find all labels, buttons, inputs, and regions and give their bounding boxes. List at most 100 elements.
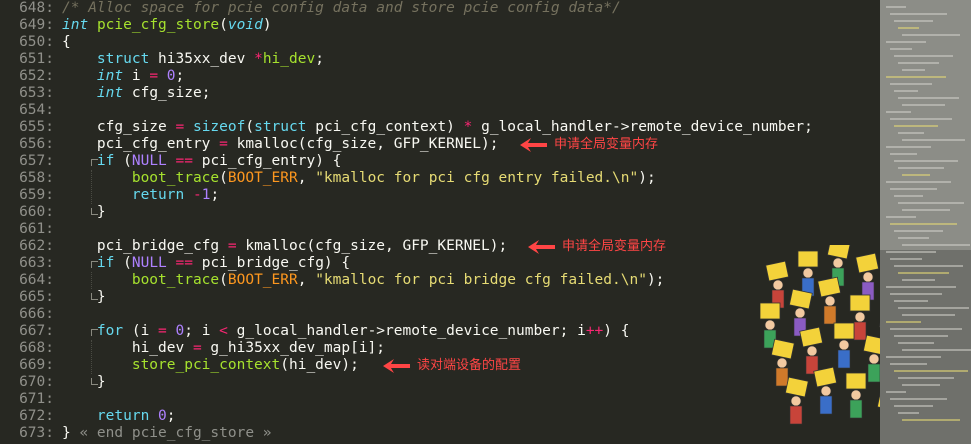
code-token: ( <box>114 153 132 169</box>
code-line[interactable]: 665: } <box>0 289 106 306</box>
fold-start-marker[interactable] <box>90 261 98 268</box>
code-token: NULL <box>131 255 167 271</box>
code-token: « end pcie_cfg_store » <box>79 425 272 441</box>
minimap-line <box>890 223 957 225</box>
code-line[interactable]: 650: { <box>0 34 71 51</box>
fold-start-marker[interactable] <box>90 329 98 336</box>
code-token: ; <box>166 408 176 424</box>
indent-guide <box>90 340 93 374</box>
code-line[interactable]: 655: cfg_size = sizeof(struct pci_cfg_co… <box>0 119 813 136</box>
code-line[interactable]: 648: /* Alloc space for pcie config data … <box>0 0 621 17</box>
line-number: 660: <box>19 204 54 220</box>
code-token: int <box>96 85 124 101</box>
code-token: == <box>175 153 193 169</box>
code-text: int pcie_cfg_store(void) <box>54 17 272 33</box>
crowd-figure <box>813 366 838 415</box>
minimap-line <box>886 181 951 183</box>
crowd-figure <box>784 376 809 425</box>
code-text: struct hi35xx_dev *hi_dev; <box>54 51 324 67</box>
code-token: if <box>96 255 115 271</box>
minimap-line <box>898 97 959 99</box>
code-token: - <box>192 187 202 203</box>
code-line[interactable]: 669: store_pci_context(hi_dev); <box>0 357 359 374</box>
code-area[interactable]: 648: /* Alloc space for pcie config data … <box>0 0 880 444</box>
minimap[interactable] <box>880 0 971 444</box>
code-line[interactable]: 653: int cfg_size; <box>0 85 210 102</box>
crowd-figure <box>845 372 867 419</box>
code-text: if (NULL == pci_bridge_cfg) { <box>54 255 350 271</box>
code-line[interactable]: 662: pci_bridge_cfg = kmalloc(cfg_size, … <box>0 238 507 255</box>
annotation-arrow-icon <box>520 138 547 152</box>
code-line[interactable]: 649: int pcie_cfg_store(void) <box>0 17 272 34</box>
code-token: struct <box>254 119 307 135</box>
fold-end-marker[interactable] <box>90 208 98 215</box>
code-text: } « end pcie_cfg_store » <box>54 425 272 441</box>
code-line[interactable]: 670: } <box>0 374 106 391</box>
code-token: pci_cfg_context) <box>306 119 464 135</box>
code-line[interactable]: 673:} « end pcie_cfg_store » <box>0 425 272 442</box>
fold-end-marker[interactable] <box>90 378 98 385</box>
code-line[interactable]: 661: <box>0 221 62 238</box>
code-text: { <box>54 34 71 50</box>
crowd-figure <box>833 322 855 369</box>
code-line[interactable]: 671: <box>0 391 62 408</box>
code-text: boot_trace(BOOT_ERR, "kmalloc for pci br… <box>54 272 665 288</box>
code-token: } <box>62 204 106 220</box>
minimap-line <box>890 188 937 190</box>
code-line[interactable]: 663: if (NULL == pci_bridge_cfg) { <box>0 255 350 272</box>
line-number: 665: <box>19 289 54 305</box>
code-token: } <box>62 289 106 305</box>
minimap-line <box>890 363 927 365</box>
code-token: i <box>123 68 150 84</box>
code-line[interactable]: 672: return 0; <box>0 408 176 425</box>
code-line[interactable]: 664: boot_trace(BOOT_ERR, "kmalloc for p… <box>0 272 664 289</box>
code-token: ; <box>175 68 185 84</box>
code-text: cfg_size = sizeof(struct pci_cfg_context… <box>54 119 813 135</box>
minimap-line <box>894 125 938 127</box>
minimap-line <box>890 258 922 260</box>
code-line[interactable]: 657: if (NULL == pci_cfg_entry) { <box>0 153 341 170</box>
minimap-line <box>890 293 942 295</box>
code-line[interactable]: 658: boot_trace(BOOT_ERR, "kmalloc for p… <box>0 170 656 187</box>
minimap-line <box>898 132 924 134</box>
code-line[interactable]: 652: int i = 0; <box>0 68 184 85</box>
fold-end-marker[interactable] <box>90 293 98 300</box>
line-number: 651: <box>19 51 54 67</box>
minimap-line <box>890 118 952 120</box>
code-line[interactable]: 666: <box>0 306 62 323</box>
minimap-line <box>902 314 955 316</box>
code-line[interactable]: 668: hi_dev = g_hi35xx_dev_map[i]; <box>0 340 385 357</box>
minimap-line <box>890 83 932 85</box>
minimap-line <box>898 27 919 29</box>
code-token: pcie_cfg_store <box>96 17 220 33</box>
minimap-line <box>902 69 925 71</box>
annotation-label: 申请全局变量内存 <box>554 137 659 152</box>
minimap-line <box>890 13 947 15</box>
code-line[interactable]: 651: struct hi35xx_dev *hi_dev; <box>0 51 324 68</box>
fold-start-marker[interactable] <box>90 159 98 166</box>
code-line[interactable]: 654: <box>0 102 62 119</box>
minimap-line <box>902 209 950 211</box>
line-number: 662: <box>19 238 54 254</box>
code-token: ; i <box>184 323 220 339</box>
code-token: ); <box>638 170 656 186</box>
minimap-line <box>890 328 962 330</box>
code-line[interactable]: 659: return -1; <box>0 187 219 204</box>
code-token: /* Alloc space for pcie config data and … <box>62 0 621 16</box>
code-line[interactable]: 656: pci_cfg_entry = kmalloc(cfg_size, G… <box>0 136 498 153</box>
code-line[interactable]: 660: } <box>0 204 106 221</box>
minimap-line <box>894 195 923 197</box>
code-token: g_hi35xx_dev_map[i]; <box>201 340 386 356</box>
minimap-line <box>894 20 933 22</box>
code-text: } <box>54 374 106 390</box>
code-token: } <box>62 374 106 390</box>
code-token: boot_trace <box>131 272 220 288</box>
code-token: for <box>96 323 124 339</box>
